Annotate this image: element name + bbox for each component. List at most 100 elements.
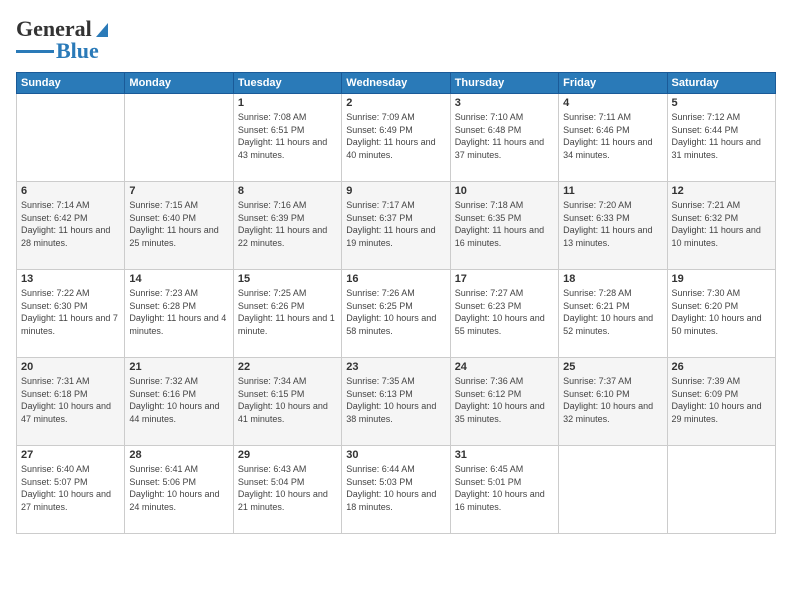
calendar-cell: 14 Sunrise: 7:23 AM Sunset: 6:28 PM Dayli… xyxy=(125,270,233,358)
day-info: Sunrise: 7:09 AM Sunset: 6:49 PM Dayligh… xyxy=(346,111,445,161)
day-number: 27 xyxy=(21,449,120,461)
calendar-cell: 8 Sunrise: 7:16 AM Sunset: 6:39 PM Daylig… xyxy=(233,182,341,270)
day-number: 4 xyxy=(563,97,662,109)
day-info: Sunrise: 7:39 AM Sunset: 6:09 PM Dayligh… xyxy=(672,375,771,425)
day-number: 21 xyxy=(129,361,228,373)
day-info: Sunrise: 7:35 AM Sunset: 6:13 PM Dayligh… xyxy=(346,375,445,425)
calendar-week-4: 20 Sunrise: 7:31 AM Sunset: 6:18 PM Dayli… xyxy=(17,358,776,446)
day-info: Sunrise: 7:32 AM Sunset: 6:16 PM Dayligh… xyxy=(129,375,228,425)
calendar-cell xyxy=(559,446,667,534)
day-number: 20 xyxy=(21,361,120,373)
calendar-cell: 11 Sunrise: 7:20 AM Sunset: 6:33 PM Dayli… xyxy=(559,182,667,270)
logo-blue: Blue xyxy=(56,38,99,64)
calendar-cell: 25 Sunrise: 7:37 AM Sunset: 6:10 PM Dayli… xyxy=(559,358,667,446)
day-number: 9 xyxy=(346,185,445,197)
calendar-cell: 5Sunrise: 7:12 AM Sunset: 6:44 PM Daylig… xyxy=(667,94,775,182)
day-number: 12 xyxy=(672,185,771,197)
day-info: Sunrise: 7:18 AM Sunset: 6:35 PM Dayligh… xyxy=(455,199,554,249)
day-number: 10 xyxy=(455,185,554,197)
calendar-week-3: 13 Sunrise: 7:22 AM Sunset: 6:30 PM Dayli… xyxy=(17,270,776,358)
calendar-cell: 26Sunrise: 7:39 AM Sunset: 6:09 PM Dayli… xyxy=(667,358,775,446)
calendar-cell: 27 Sunrise: 6:40 AM Sunset: 5:07 PM Dayli… xyxy=(17,446,125,534)
calendar-cell: 24 Sunrise: 7:36 AM Sunset: 6:12 PM Dayli… xyxy=(450,358,558,446)
day-info: Sunrise: 7:27 AM Sunset: 6:23 PM Dayligh… xyxy=(455,287,554,337)
calendar-header-row: SundayMondayTuesdayWednesdayThursdayFrid… xyxy=(17,73,776,94)
calendar-cell xyxy=(667,446,775,534)
day-number: 7 xyxy=(129,185,228,197)
day-number: 15 xyxy=(238,273,337,285)
day-number: 18 xyxy=(563,273,662,285)
calendar-cell: 10 Sunrise: 7:18 AM Sunset: 6:35 PM Dayli… xyxy=(450,182,558,270)
calendar-cell: 15 Sunrise: 7:25 AM Sunset: 6:26 PM Dayli… xyxy=(233,270,341,358)
day-info: Sunrise: 7:20 AM Sunset: 6:33 PM Dayligh… xyxy=(563,199,662,249)
weekday-header-monday: Monday xyxy=(125,73,233,94)
day-number: 24 xyxy=(455,361,554,373)
calendar-cell: 7 Sunrise: 7:15 AM Sunset: 6:40 PM Daylig… xyxy=(125,182,233,270)
calendar-cell: 23 Sunrise: 7:35 AM Sunset: 6:13 PM Dayli… xyxy=(342,358,450,446)
day-info: Sunrise: 7:14 AM Sunset: 6:42 PM Dayligh… xyxy=(21,199,120,249)
calendar-cell: 6 Sunrise: 7:14 AM Sunset: 6:42 PM Daylig… xyxy=(17,182,125,270)
day-info: Sunrise: 7:23 AM Sunset: 6:28 PM Dayligh… xyxy=(129,287,228,337)
calendar-week-1: 1Sunrise: 7:08 AM Sunset: 6:51 PM Daylig… xyxy=(17,94,776,182)
day-number: 30 xyxy=(346,449,445,461)
day-number: 28 xyxy=(129,449,228,461)
calendar-cell: 21 Sunrise: 7:32 AM Sunset: 6:16 PM Dayli… xyxy=(125,358,233,446)
weekday-header-saturday: Saturday xyxy=(667,73,775,94)
day-number: 3 xyxy=(455,97,554,109)
calendar-cell: 9Sunrise: 7:17 AM Sunset: 6:37 PM Daylig… xyxy=(342,182,450,270)
day-info: Sunrise: 6:45 AM Sunset: 5:01 PM Dayligh… xyxy=(455,463,554,513)
day-info: Sunrise: 7:28 AM Sunset: 6:21 PM Dayligh… xyxy=(563,287,662,337)
day-number: 6 xyxy=(21,185,120,197)
day-info: Sunrise: 7:36 AM Sunset: 6:12 PM Dayligh… xyxy=(455,375,554,425)
day-info: Sunrise: 7:16 AM Sunset: 6:39 PM Dayligh… xyxy=(238,199,337,249)
day-number: 19 xyxy=(672,273,771,285)
calendar-cell: 30 Sunrise: 6:44 AM Sunset: 5:03 PM Dayli… xyxy=(342,446,450,534)
day-info: Sunrise: 6:40 AM Sunset: 5:07 PM Dayligh… xyxy=(21,463,120,513)
calendar-cell: 31Sunrise: 6:45 AM Sunset: 5:01 PM Dayli… xyxy=(450,446,558,534)
calendar-cell: 22Sunrise: 7:34 AM Sunset: 6:15 PM Dayli… xyxy=(233,358,341,446)
calendar-cell xyxy=(17,94,125,182)
calendar-cell: 16Sunrise: 7:26 AM Sunset: 6:25 PM Dayli… xyxy=(342,270,450,358)
day-info: Sunrise: 7:30 AM Sunset: 6:20 PM Dayligh… xyxy=(672,287,771,337)
calendar-cell: 28 Sunrise: 6:41 AM Sunset: 5:06 PM Dayli… xyxy=(125,446,233,534)
day-info: Sunrise: 7:10 AM Sunset: 6:48 PM Dayligh… xyxy=(455,111,554,161)
day-number: 11 xyxy=(563,185,662,197)
weekday-header-thursday: Thursday xyxy=(450,73,558,94)
day-number: 13 xyxy=(21,273,120,285)
calendar-cell: 2 Sunrise: 7:09 AM Sunset: 6:49 PM Daylig… xyxy=(342,94,450,182)
day-info: Sunrise: 7:25 AM Sunset: 6:26 PM Dayligh… xyxy=(238,287,337,337)
day-info: Sunrise: 7:34 AM Sunset: 6:15 PM Dayligh… xyxy=(238,375,337,425)
day-info: Sunrise: 7:08 AM Sunset: 6:51 PM Dayligh… xyxy=(238,111,337,161)
day-info: Sunrise: 6:41 AM Sunset: 5:06 PM Dayligh… xyxy=(129,463,228,513)
calendar-cell: 1Sunrise: 7:08 AM Sunset: 6:51 PM Daylig… xyxy=(233,94,341,182)
weekday-header-sunday: Sunday xyxy=(17,73,125,94)
day-number: 17 xyxy=(455,273,554,285)
header: General Blue xyxy=(16,16,776,64)
day-number: 25 xyxy=(563,361,662,373)
weekday-header-wednesday: Wednesday xyxy=(342,73,450,94)
day-number: 2 xyxy=(346,97,445,109)
day-info: Sunrise: 7:26 AM Sunset: 6:25 PM Dayligh… xyxy=(346,287,445,337)
day-number: 14 xyxy=(129,273,228,285)
day-info: Sunrise: 7:31 AM Sunset: 6:18 PM Dayligh… xyxy=(21,375,120,425)
weekday-header-tuesday: Tuesday xyxy=(233,73,341,94)
day-info: Sunrise: 7:15 AM Sunset: 6:40 PM Dayligh… xyxy=(129,199,228,249)
calendar-cell: 20 Sunrise: 7:31 AM Sunset: 6:18 PM Dayli… xyxy=(17,358,125,446)
day-info: Sunrise: 7:22 AM Sunset: 6:30 PM Dayligh… xyxy=(21,287,120,337)
logo: General Blue xyxy=(16,16,112,64)
calendar-cell: 4 Sunrise: 7:11 AM Sunset: 6:46 PM Daylig… xyxy=(559,94,667,182)
day-number: 29 xyxy=(238,449,337,461)
logo-triangle-icon xyxy=(92,19,112,39)
calendar-cell xyxy=(125,94,233,182)
day-info: Sunrise: 7:37 AM Sunset: 6:10 PM Dayligh… xyxy=(563,375,662,425)
day-number: 8 xyxy=(238,185,337,197)
calendar-cell: 13 Sunrise: 7:22 AM Sunset: 6:30 PM Dayli… xyxy=(17,270,125,358)
day-info: Sunrise: 7:12 AM Sunset: 6:44 PM Dayligh… xyxy=(672,111,771,161)
day-info: Sunrise: 6:44 AM Sunset: 5:03 PM Dayligh… xyxy=(346,463,445,513)
day-info: Sunrise: 7:11 AM Sunset: 6:46 PM Dayligh… xyxy=(563,111,662,161)
day-info: Sunrise: 7:21 AM Sunset: 6:32 PM Dayligh… xyxy=(672,199,771,249)
calendar-week-5: 27 Sunrise: 6:40 AM Sunset: 5:07 PM Dayli… xyxy=(17,446,776,534)
calendar-cell: 19 Sunrise: 7:30 AM Sunset: 6:20 PM Dayli… xyxy=(667,270,775,358)
calendar-cell: 12 Sunrise: 7:21 AM Sunset: 6:32 PM Dayli… xyxy=(667,182,775,270)
day-number: 23 xyxy=(346,361,445,373)
